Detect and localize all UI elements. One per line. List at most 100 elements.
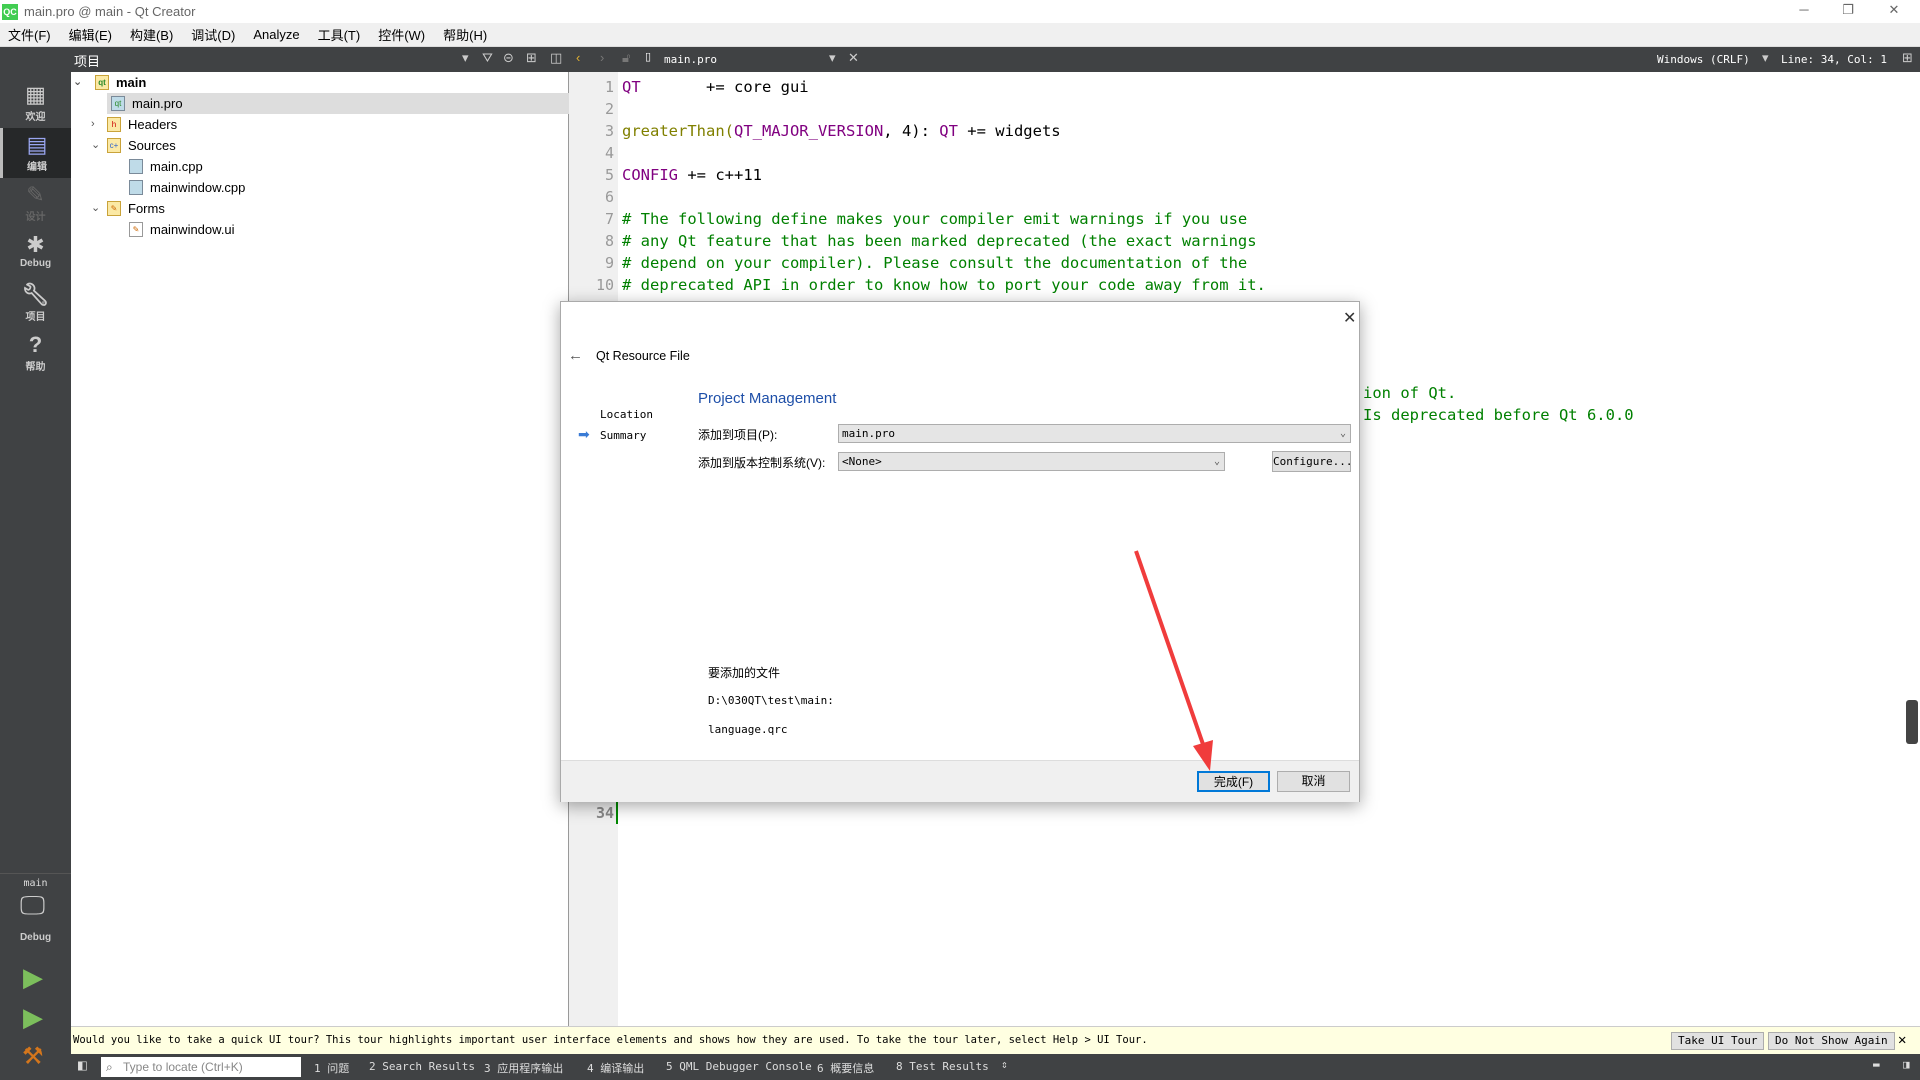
cpp-file-icon (129, 180, 143, 195)
menu-build[interactable]: 构建(B) (130, 25, 173, 44)
new-file-wizard-dialog: ✕ ← Qt Resource File Location ➡ Summary … (560, 301, 1360, 802)
debug-run-icon[interactable]: ▶ (23, 1002, 43, 1033)
code-line-9: # depend on your compiler). Please consu… (622, 254, 1248, 272)
close-panel-icon[interactable]: ◫ (550, 50, 562, 66)
mode-projects[interactable]: 🔧︎ 项目 (0, 278, 71, 326)
line-number: 34 (595, 804, 614, 822)
vcs-select[interactable]: <None> ⌄ (838, 452, 1225, 471)
mode-design[interactable]: ✎ 设计 (0, 178, 71, 226)
files-to-add-label: 要添加的文件 (708, 666, 781, 680)
line-number: 9 (604, 254, 614, 272)
menu-edit[interactable]: 编辑(E) (69, 25, 112, 44)
add-to-project-select[interactable]: main.pro ⌄ (838, 424, 1351, 443)
forward-icon[interactable]: › (600, 50, 604, 65)
chevron-right-icon: › (91, 118, 95, 130)
line-number: 6 (604, 188, 614, 206)
do-not-show-again-button[interactable]: Do Not Show Again (1768, 1032, 1895, 1050)
close-window-button[interactable]: ✕ (1872, 0, 1916, 23)
back-icon[interactable]: ‹ (576, 50, 580, 65)
ui-tour-infobar: Would you like to take a quick UI tour? … (71, 1026, 1920, 1054)
finish-button[interactable]: 完成(F) (1197, 771, 1270, 792)
code-line-10: # deprecated API in order to know how to… (622, 276, 1266, 294)
minimize-button[interactable]: ─ (1782, 0, 1826, 23)
back-arrow-icon[interactable]: ← (568, 347, 583, 364)
menu-controls[interactable]: 控件(W) (378, 25, 425, 44)
code-line-3: greaterThan(QT_MAJOR_VERSION, 4): QT += … (622, 122, 1061, 140)
pane-qml-debugger[interactable]: 5 QML Debugger Console (666, 1060, 812, 1073)
close-dialog-icon[interactable]: ✕ (1343, 308, 1356, 328)
tree-item-mainwindow-ui[interactable]: ✎ mainwindow.ui (129, 219, 235, 240)
pane-issues[interactable]: 1 问题 (314, 1060, 349, 1076)
panel-title: 项目 (74, 54, 101, 69)
grid-icon: ▦ (25, 82, 46, 107)
file-to-add: language.qrc (708, 723, 788, 736)
tree-item-mainwindow-cpp[interactable]: mainwindow.cpp (129, 177, 245, 198)
configure-button[interactable]: Configure... (1272, 451, 1352, 472)
pane-compile-output[interactable]: 4 编译输出 (587, 1060, 644, 1076)
panel-dropdown-icon[interactable]: ▾ (462, 50, 469, 66)
line-number: 5 (604, 166, 614, 184)
run-icon[interactable]: ▶ (23, 962, 43, 993)
progress-icon[interactable]: ▬ (1873, 1058, 1880, 1071)
menu-tools[interactable]: 工具(T) (318, 25, 361, 44)
code-line-partial: ion of Qt. (1363, 384, 1457, 402)
tree-item-main-cpp[interactable]: main.cpp (129, 156, 203, 177)
toggle-sidebar-icon[interactable]: ◧ (77, 1058, 88, 1072)
close-infobar-icon[interactable]: ✕ (1898, 1027, 1906, 1054)
text-cursor (616, 802, 618, 824)
cancel-button[interactable]: 取消 (1277, 771, 1350, 792)
line-number: 8 (604, 232, 614, 250)
chevron-down-icon: ⌄ (91, 139, 101, 151)
file-dropdown-icon[interactable]: ▾ (829, 50, 836, 66)
editor-scrollbar-marker[interactable] (1906, 700, 1918, 744)
split-icon[interactable]: ⊞ (526, 50, 537, 66)
filter-icon[interactable]: ⛛ (482, 50, 493, 66)
close-file-icon[interactable]: ✕ (848, 50, 859, 66)
tree-item-headers[interactable]: › h Headers (91, 114, 177, 135)
toggle-right-sidebar-icon[interactable]: ◨ (1903, 1058, 1910, 1071)
restore-button[interactable]: ❐ (1826, 0, 1870, 23)
mode-welcome[interactable]: ▦ 欢迎 (0, 78, 71, 126)
pane-search-results[interactable]: 2 Search Results (369, 1060, 475, 1073)
code-line-8: # any Qt feature that has been marked de… (622, 232, 1257, 250)
status-bar: ◧ ⌕ Type to locate (Ctrl+K) 1 问题 2 Search… (71, 1054, 1920, 1080)
search-icon: ⌕ (106, 1060, 113, 1074)
tree-item-sources[interactable]: ⌄ c+ Sources (91, 135, 176, 156)
line-number: 1 (604, 78, 614, 96)
mode-help[interactable]: ? 帮助 (0, 328, 71, 376)
tree-item-main-pro[interactable]: qt main.pro (111, 93, 183, 114)
chevron-down-icon: ⌄ (1339, 428, 1346, 439)
open-file-selector[interactable]: main.pro (664, 53, 717, 66)
pane-test-results[interactable]: 8 Test Results (896, 1060, 989, 1073)
pane-general-messages[interactable]: 6 概要信息 (817, 1060, 874, 1076)
split-editor-icon[interactable]: ⊞ (1902, 50, 1913, 66)
ui-file-icon: ✎ (129, 222, 143, 237)
forms-folder-icon: ✎ (107, 201, 121, 216)
menu-help[interactable]: 帮助(H) (443, 25, 487, 44)
kit-selector-monitor-icon[interactable]: 🖵︎ (20, 890, 45, 922)
pane-more-icon[interactable]: ⇕ (1001, 1058, 1008, 1071)
mode-edit[interactable]: ▤ 编辑 (0, 128, 71, 178)
code-line-1: QT += core gui (622, 78, 809, 96)
line-ending-dropdown-icon[interactable]: ▾ (1762, 50, 1769, 66)
pro-file-icon: qt (111, 96, 125, 111)
menu-bar: 文件(F) 编辑(E) 构建(B) 调试(D) Analyze 工具(T) 控件… (0, 23, 1920, 47)
menu-file[interactable]: 文件(F) (8, 25, 51, 44)
cursor-position[interactable]: Line: 34, Col: 1 (1781, 53, 1887, 66)
link-icon[interactable]: ⊝ (503, 50, 514, 66)
menu-debug[interactable]: 调试(D) (191, 25, 235, 44)
code-line-7: # The following define makes your compil… (622, 210, 1248, 228)
locator-input[interactable]: ⌕ Type to locate (Ctrl+K) (101, 1057, 301, 1077)
lock-icon: 🔓︎ (622, 50, 631, 65)
toolbar: 项目 ▾ ⛛ ⊝ ⊞ ◫ ‹ › 🔓︎ ▯ main.pro ▾ ✕ Windo… (0, 47, 1920, 72)
pane-app-output[interactable]: 3 应用程序输出 (484, 1060, 563, 1076)
build-hammer-icon[interactable]: ⚒︎ (22, 1042, 44, 1071)
tree-item-forms[interactable]: ⌄ ✎ Forms (91, 198, 165, 219)
tree-root-main[interactable]: ⌄ qt main (73, 72, 146, 93)
code-line-partial: Is deprecated before Qt 6.0.0 (1363, 406, 1634, 424)
mode-debug[interactable]: ✱ Debug (0, 228, 71, 276)
menu-analyze[interactable]: Analyze (253, 27, 299, 42)
take-ui-tour-button[interactable]: Take UI Tour (1671, 1032, 1765, 1050)
cpp-file-icon (129, 159, 143, 174)
line-ending-selector[interactable]: Windows (CRLF) (1657, 53, 1750, 66)
